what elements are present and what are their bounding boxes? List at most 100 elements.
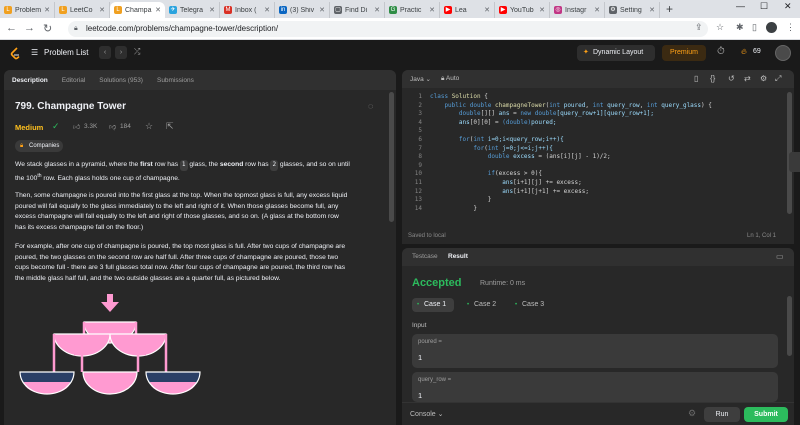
extensions-icon[interactable]: ✱: [736, 22, 744, 33]
user-avatar[interactable]: [775, 45, 791, 61]
new-tab-button[interactable]: +: [660, 2, 679, 18]
collapse-icon[interactable]: ▭: [776, 252, 784, 261]
auto-mode[interactable]: 🔒︎ Auto: [441, 75, 459, 83]
browser-tab[interactable]: L LeetCo ✕: [55, 2, 110, 18]
close-window-icon[interactable]: ✕: [784, 1, 792, 12]
back-icon[interactable]: ←: [6, 22, 17, 34]
language-select[interactable]: Java ⌄: [410, 75, 431, 83]
pour-arrow-shaft: [107, 294, 113, 303]
tab-list: L Problem ✕ L LeetCo ✕ L Champa ✕ ✈ Telegra ✕ M Inbox…: [0, 2, 660, 18]
tab-close-icon[interactable]: ✕: [319, 6, 325, 14]
profile-avatar[interactable]: [766, 22, 777, 33]
tab-result[interactable]: Result: [448, 253, 468, 260]
format-icon[interactable]: {}: [710, 74, 715, 83]
code-area[interactable]: 1 class Solution {2 public double champag…: [402, 92, 794, 232]
code-token: ,: [585, 101, 593, 109]
p1-text-l: row. Each glass holds one cup of champag…: [41, 174, 180, 182]
minimize-icon[interactable]: —: [736, 1, 745, 11]
chevron-down-icon: ⌄: [425, 76, 431, 83]
bookmark-icon[interactable]: ☆: [716, 22, 724, 33]
browser-tab[interactable]: G Practic ✕: [385, 2, 440, 18]
side-panel-icon[interactable]: ▯: [752, 22, 757, 33]
fullscreen-icon[interactable]: ⤢: [775, 74, 781, 84]
tab-testcase[interactable]: Testcase: [412, 253, 438, 260]
browser-tab[interactable]: ⚙ Setting ✕: [605, 2, 660, 18]
list-icon[interactable]: ☰: [31, 48, 38, 57]
problem-list-link[interactable]: Problem List: [44, 48, 88, 57]
browser-tab[interactable]: ▢ Find Di ✕: [330, 2, 385, 18]
browser-tab[interactable]: ▶ Lea ✕: [440, 2, 495, 18]
case-3-button[interactable]: • Case 3: [510, 298, 552, 312]
code-token: ) {: [701, 101, 712, 109]
browser-tab[interactable]: M Inbox (✕: [220, 2, 275, 18]
reset-icon[interactable]: ↺: [728, 74, 735, 83]
poured-input-box: poured = 1: [412, 334, 778, 368]
code-token: int: [549, 101, 564, 109]
browser-tab[interactable]: ◎ Instagr ✕: [550, 2, 605, 18]
run-button[interactable]: Run: [704, 407, 740, 422]
more-options-icon[interactable]: ◌: [368, 101, 373, 111]
tab-favicon-icon: L: [4, 6, 12, 14]
companies-tag[interactable]: 🔒︎ Companies: [15, 140, 63, 152]
dislike-icon[interactable]: 👎︎: [109, 122, 116, 131]
tab-close-icon[interactable]: ✕: [649, 6, 655, 14]
debug-icon[interactable]: ⚙: [688, 408, 696, 419]
browser-tab[interactable]: L Problem ✕: [0, 2, 55, 18]
bookmark-code-icon[interactable]: ▯: [694, 74, 698, 83]
tab-close-icon[interactable]: ✕: [594, 6, 600, 14]
tab-close-icon[interactable]: ✕: [99, 6, 105, 14]
timer-icon[interactable]: ⏱: [717, 46, 725, 57]
settings-icon[interactable]: ⚙: [760, 74, 767, 83]
result-scrollbar[interactable]: [787, 296, 792, 356]
tab-close-icon[interactable]: ✕: [374, 6, 380, 14]
prev-problem-icon[interactable]: ‹: [99, 46, 111, 59]
streak-count: 69: [753, 48, 761, 55]
description-tabs: Description Editorial Solutions (953) Su…: [4, 70, 396, 90]
shuffle-icon[interactable]: ⤮: [134, 47, 140, 57]
case-2-button[interactable]: • Case 2: [462, 298, 504, 312]
next-problem-icon[interactable]: ›: [115, 46, 127, 59]
tab-description[interactable]: Description: [12, 77, 48, 84]
tab-editorial[interactable]: Editorial: [62, 77, 85, 84]
tab-submissions[interactable]: Submissions: [157, 77, 194, 84]
tab-close-icon[interactable]: ✕: [264, 6, 270, 14]
maximize-icon[interactable]: ☐: [760, 1, 768, 12]
code-token: int: [487, 144, 503, 152]
tab-solutions[interactable]: Solutions (953): [99, 77, 143, 84]
code-token: j=0;j<=i;j++){: [502, 144, 553, 152]
tab-close-icon[interactable]: ✕: [429, 6, 435, 14]
url-input[interactable]: 🔒︎ leetcode.com/problems/champagne-tower…: [68, 21, 708, 37]
browser-menu-icon[interactable]: ⋮: [786, 22, 795, 33]
submit-button[interactable]: Submit: [744, 407, 788, 422]
case-1-button[interactable]: • Case 1: [412, 298, 455, 312]
browser-tab[interactable]: L Champa ✕: [110, 2, 165, 18]
browser-tab[interactable]: in (3) Shiv ✕: [275, 2, 330, 18]
code-token: double: [430, 153, 514, 161]
side-note-icon[interactable]: [789, 152, 800, 172]
tab-close-icon[interactable]: ✕: [209, 6, 215, 14]
premium-button[interactable]: Premium: [662, 45, 706, 61]
tab-close-icon[interactable]: ✕: [44, 6, 50, 14]
shortcuts-icon[interactable]: ⇄: [744, 74, 751, 83]
browser-tab[interactable]: ▶ YouTub ✕: [495, 2, 550, 18]
share-icon[interactable]: ⇪: [695, 22, 703, 33]
test-result-panel: Testcase Result ▭ Accepted Runtime: 0 ms…: [402, 248, 794, 425]
tab-close-icon[interactable]: ✕: [155, 6, 161, 14]
share-link-icon[interactable]: ⇱: [166, 121, 174, 132]
tab-title: Practic: [400, 6, 422, 14]
tab-close-icon[interactable]: ✕: [539, 6, 545, 14]
browser-tab[interactable]: ✈ Telegra ✕: [165, 2, 220, 18]
console-toggle[interactable]: Console ⌄: [410, 410, 444, 418]
problem-title[interactable]: 799. Champagne Tower: [15, 101, 126, 112]
forward-icon[interactable]: →: [24, 22, 35, 34]
like-icon[interactable]: 👍︎: [73, 122, 80, 131]
star-icon[interactable]: ☆: [145, 121, 153, 132]
tab-close-icon[interactable]: ✕: [484, 6, 490, 14]
code-token: if: [430, 170, 496, 178]
description-scrollbar[interactable]: [389, 92, 394, 222]
reload-icon[interactable]: ↻: [43, 22, 52, 35]
leetcode-logo-icon[interactable]: [10, 47, 21, 60]
code-token: }: [430, 204, 477, 212]
p2-line: has its excess champagne fall on the flo…: [15, 223, 144, 231]
dynamic-layout-button[interactable]: ✦ Dynamic Layout: [577, 45, 655, 61]
